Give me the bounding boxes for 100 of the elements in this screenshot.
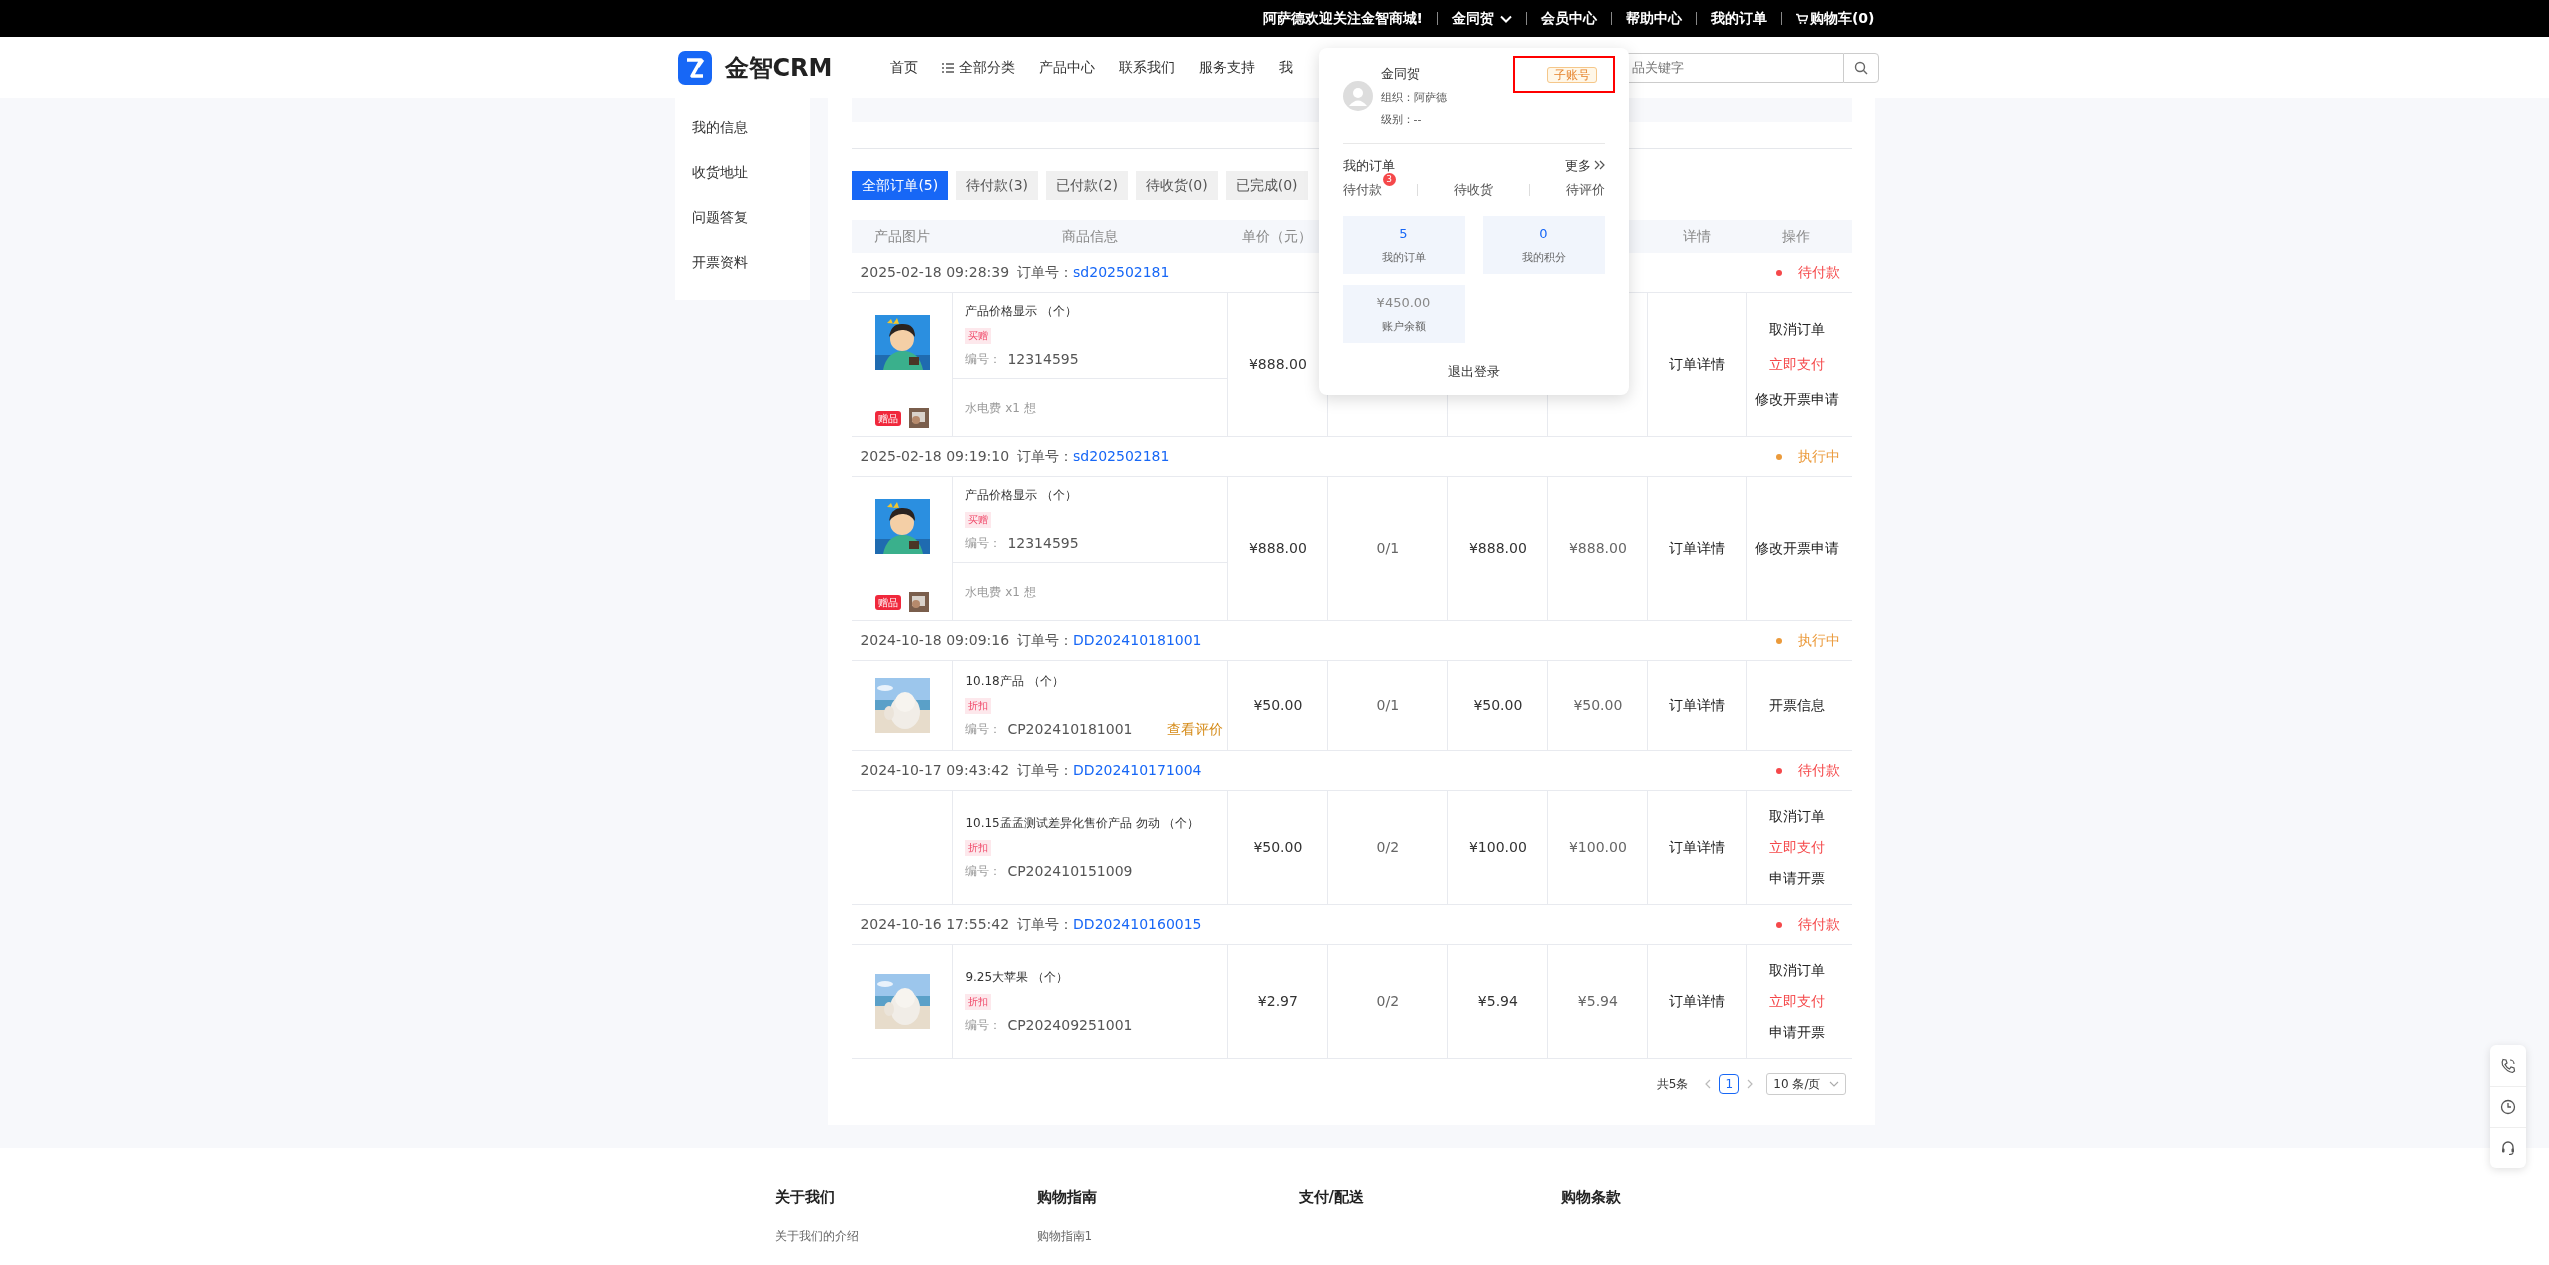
order-tab[interactable]: 已完成(0) xyxy=(1225,171,1308,200)
unit-price: ¥2.97 xyxy=(1227,945,1328,1058)
quantity: 0/1 xyxy=(1327,661,1448,750)
order-tab[interactable]: 全部订单(5) xyxy=(852,171,949,200)
order-action-link[interactable]: 取消订单 xyxy=(1768,960,1825,981)
footer-link[interactable]: 购物指南1 xyxy=(1036,1226,1093,1245)
order-detail-link[interactable]: 订单详情 xyxy=(1669,837,1726,858)
topbar-link[interactable]: 帮助中心 xyxy=(1625,8,1682,29)
topbar-link[interactable]: 会员中心 xyxy=(1540,8,1597,29)
user-menu-toggle[interactable]: 金同贺 xyxy=(1451,8,1512,29)
order-detail-link[interactable]: 订单详情 xyxy=(1669,354,1726,375)
order-action-link[interactable]: 立即支付 xyxy=(1768,837,1825,858)
stat-tile[interactable]: 0 我的积分 xyxy=(1482,216,1605,274)
stat-label: 账户余额 xyxy=(1381,318,1426,335)
code-label: 编号： xyxy=(965,535,1002,552)
order-number-link[interactable]: DD202410160015 xyxy=(1073,914,1202,935)
order-detail-link[interactable]: 订单详情 xyxy=(1669,991,1726,1012)
footer-link[interactable]: 关于我们的介绍 xyxy=(774,1226,859,1245)
order-number-link[interactable]: sd202502181 xyxy=(1073,446,1170,467)
order-detail-link[interactable]: 订单详情 xyxy=(1669,538,1726,559)
order-time: 2024-10-16 17:55:42 xyxy=(860,915,1010,934)
order-action-link[interactable]: 取消订单 xyxy=(1768,806,1825,827)
product-code: 12314595 xyxy=(1007,349,1079,369)
order-action-link[interactable]: 申请开票 xyxy=(1768,1022,1825,1043)
order-state-link[interactable]: 待付款 xyxy=(1342,182,1382,197)
headset-icon xyxy=(2500,1140,2516,1156)
caret-icon xyxy=(1499,14,1512,23)
promo-tag: 折扣 xyxy=(965,839,992,856)
topbar-link[interactable]: 我的订单 xyxy=(1710,8,1767,29)
nav-link[interactable]: 服务支持 xyxy=(1199,57,1256,78)
order-number-link[interactable]: DD202410181001 xyxy=(1073,630,1202,651)
gift-text: 水电费 x1 想 xyxy=(965,583,1036,601)
nav-link[interactable]: 首页 xyxy=(890,57,919,78)
account-tag: 子账号 xyxy=(1546,67,1597,83)
order-action-link[interactable]: 立即支付 xyxy=(1768,991,1825,1012)
paid-amount: ¥100.00 xyxy=(1547,791,1648,904)
unit-price: ¥50.00 xyxy=(1227,661,1328,750)
order-number-label: 订单号： xyxy=(1017,915,1074,934)
order-action-link[interactable]: 修改开票申请 xyxy=(1754,389,1839,410)
more-link[interactable]: 更多 xyxy=(1564,155,1605,175)
stat-tile[interactable]: 5 我的订单 xyxy=(1342,216,1465,274)
order-time: 2024-10-18 09:09:16 xyxy=(860,631,1010,650)
double-chevron-icon xyxy=(1593,160,1605,171)
column-header: 单价（元） xyxy=(1241,227,1314,246)
count-badge: 3 xyxy=(1382,173,1396,186)
welcome-text: 阿萨德欢迎关注金智商城! xyxy=(1262,9,1423,28)
stat-value: ¥450.00 xyxy=(1376,294,1431,312)
search-button[interactable] xyxy=(1842,52,1879,83)
footer-heading: 购物条款 xyxy=(1560,1187,1621,1208)
order-action-link[interactable]: 取消订单 xyxy=(1768,319,1825,340)
total-count: 共5条 xyxy=(1656,1076,1689,1093)
gift-badge: 赠品 xyxy=(875,594,902,610)
order-status: 待付款 xyxy=(1797,263,1840,282)
amount: ¥5.94 xyxy=(1447,945,1548,1058)
order-action-link[interactable]: 修改开票申请 xyxy=(1754,538,1839,559)
product-code: CP202409251001 xyxy=(1007,1015,1133,1035)
order-action-link[interactable]: 申请开票 xyxy=(1768,868,1825,889)
nav-link[interactable]: 联系我们 xyxy=(1119,57,1176,78)
order-state-link[interactable]: 待评价 xyxy=(1565,182,1605,197)
phone-icon xyxy=(2500,1057,2516,1074)
column-header: 操作 xyxy=(1781,227,1812,246)
order-state-link[interactable]: 待收货 xyxy=(1454,182,1493,197)
column-header: 详情 xyxy=(1681,227,1712,246)
order-number-link[interactable]: sd202502181 xyxy=(1073,262,1170,283)
sidebar-item[interactable]: 收货地址 xyxy=(674,157,811,202)
logout-button[interactable]: 退出登录 xyxy=(1441,361,1506,383)
order-detail-link[interactable]: 订单详情 xyxy=(1669,695,1726,716)
nav-link[interactable]: 我 xyxy=(1279,57,1294,78)
page-button[interactable]: 1 xyxy=(1719,1074,1740,1094)
amount: ¥100.00 xyxy=(1447,791,1548,904)
product-name: 10.15孟孟测试差异化售价产品 勿动 （个） xyxy=(965,814,1201,832)
product-name: 10.18产品 （个） xyxy=(965,672,1065,690)
promo-tag: 折扣 xyxy=(965,993,992,1010)
stat-label: 我的积分 xyxy=(1521,249,1566,266)
nav-link[interactable]: 全部分类 xyxy=(942,57,1016,78)
sidebar-item[interactable]: 开票资料 xyxy=(674,247,811,292)
nav-link[interactable]: 产品中心 xyxy=(1039,57,1096,78)
product-code: CP202410181001 xyxy=(1007,719,1133,739)
organization-text: 组织：阿萨德 xyxy=(1380,89,1447,106)
gift-badge: 赠品 xyxy=(875,410,902,426)
unit-price: ¥888.00 xyxy=(1227,477,1328,620)
logo-text: 金智CRM xyxy=(724,52,833,84)
order-action-link[interactable]: 开票信息 xyxy=(1768,695,1825,716)
page-size-select[interactable]: 10 条/页 xyxy=(1766,1073,1846,1095)
order-number-link[interactable]: DD202410171004 xyxy=(1073,760,1202,781)
product-code: 12314595 xyxy=(1007,533,1079,553)
cart-link[interactable]: 购物车(0) xyxy=(1795,8,1875,29)
product-name: 产品价格显示 （个） xyxy=(965,486,1079,504)
order-tab[interactable]: 待收货(0) xyxy=(1135,171,1218,200)
order-tab[interactable]: 已付款(2) xyxy=(1046,171,1128,200)
sidebar-item[interactable]: 我的信息 xyxy=(674,112,811,157)
sidebar-item[interactable]: 问题答复 xyxy=(674,202,811,247)
user-name: 金同贺 xyxy=(1380,65,1421,83)
footer-heading: 关于我们 xyxy=(774,1187,835,1208)
paid-amount: ¥888.00 xyxy=(1547,477,1648,620)
order-action-link[interactable]: 立即支付 xyxy=(1768,354,1825,375)
promo-tag: 买赠 xyxy=(965,511,992,528)
list-icon xyxy=(942,62,955,73)
order-tab[interactable]: 待付款(3) xyxy=(956,171,1039,200)
column-header: 商品信息 xyxy=(1060,227,1119,246)
